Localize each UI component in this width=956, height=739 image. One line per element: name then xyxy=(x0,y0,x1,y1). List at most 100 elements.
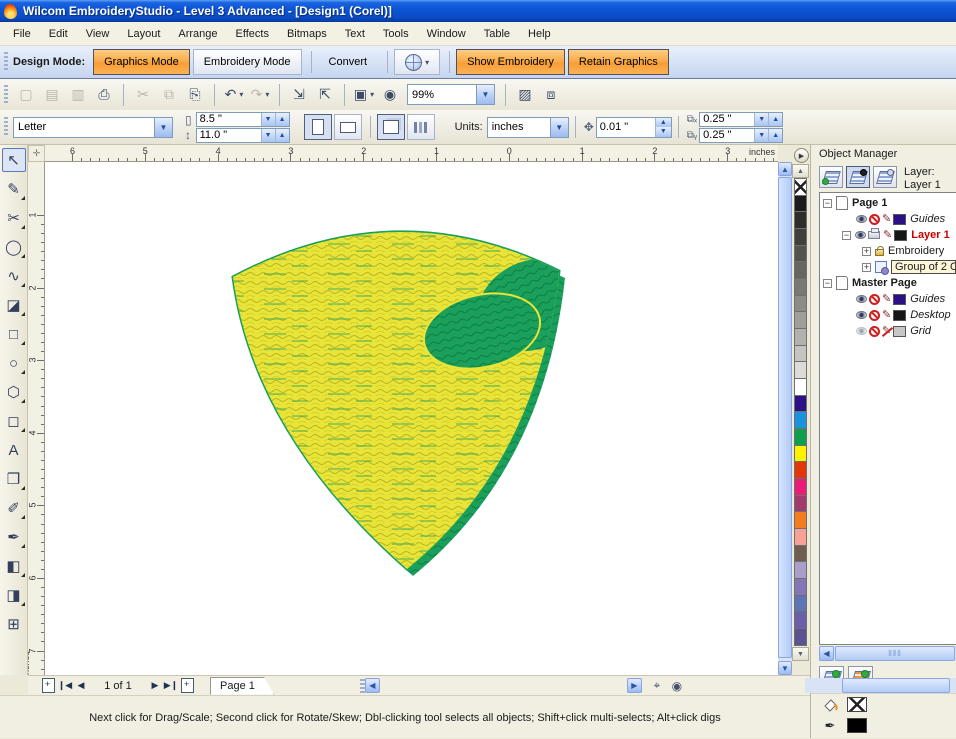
table-tool[interactable]: ⊞ xyxy=(2,612,26,636)
color-swatch-27[interactable] xyxy=(794,628,807,646)
palette-menu-button[interactable]: ▶ xyxy=(794,148,809,163)
scroll-left-icon[interactable]: ◀ xyxy=(819,646,834,661)
edit-icon[interactable]: ✎ xyxy=(882,294,891,305)
scroll-right-icon[interactable]: ▶ xyxy=(627,678,642,693)
layer-color-swatch[interactable] xyxy=(893,214,906,225)
collapse-icon[interactable]: − xyxy=(823,199,832,208)
export-design-button[interactable]: ⇱ xyxy=(313,83,337,107)
print-button[interactable]: ⎙ xyxy=(92,83,116,107)
palette-scroll-down-icon[interactable]: ▼ xyxy=(792,647,809,661)
no-edit-icon[interactable]: ✎ xyxy=(882,326,891,337)
tree-row-guides[interactable]: ✎Guides xyxy=(820,291,956,307)
add-page-after-button[interactable] xyxy=(181,678,194,693)
color-swatch-26[interactable] xyxy=(794,611,807,629)
scrollbar-thumb[interactable]: ⦀⦀⦀ xyxy=(835,646,955,661)
next-page-button[interactable]: ▶ xyxy=(147,678,163,694)
spin-down-icon[interactable]: ▼ xyxy=(261,113,275,126)
tree-row-embroidery[interactable]: +Embroidery xyxy=(820,243,956,259)
edit-across-layers-button[interactable] xyxy=(846,166,870,188)
zoom-level-combo[interactable]: ▼ xyxy=(407,84,495,105)
nudge-input[interactable] xyxy=(597,121,655,133)
color-swatch-13[interactable] xyxy=(794,395,807,413)
paste-button[interactable]: ⎘ xyxy=(183,83,207,107)
chevron-down-icon[interactable]: ▾ xyxy=(265,90,269,99)
first-page-button[interactable]: ❙◀ xyxy=(57,678,73,694)
interactive-fill-tool[interactable]: ◨ xyxy=(2,583,26,607)
no-print-icon[interactable] xyxy=(869,310,880,321)
units-combo[interactable]: ▼ xyxy=(487,117,569,138)
color-swatch-14[interactable] xyxy=(794,411,807,429)
page-width-field[interactable]: ▼ ▲ xyxy=(196,112,290,127)
color-swatch-2[interactable] xyxy=(794,211,807,229)
spin-down-icon[interactable]: ▼ xyxy=(655,127,671,137)
retain-graphics-button[interactable]: Retain Graphics xyxy=(568,49,669,75)
layer-color-swatch[interactable] xyxy=(893,326,906,337)
menu-view[interactable]: View xyxy=(77,24,119,44)
page-height-field[interactable]: ▼ ▲ xyxy=(196,128,290,143)
menu-arrange[interactable]: Arrange xyxy=(169,24,226,44)
toolbar-grip[interactable] xyxy=(4,117,8,137)
duplicate-y-field[interactable]: ▼ ▲ xyxy=(699,128,783,143)
spin-down-icon[interactable]: ▼ xyxy=(261,129,275,142)
paper-size-input[interactable] xyxy=(14,121,154,133)
collapse-icon[interactable]: − xyxy=(823,279,832,288)
chevron-down-icon[interactable]: ▾ xyxy=(239,90,243,99)
convert-button[interactable]: Convert xyxy=(318,49,379,75)
tree-row-group-of-2-o[interactable]: +Group of 2 O xyxy=(820,259,956,275)
portrait-button[interactable] xyxy=(304,114,332,140)
outline-color-swatch[interactable] xyxy=(847,718,867,733)
graphics-mode-button[interactable]: Graphics Mode xyxy=(93,49,190,75)
toolbar-grip[interactable] xyxy=(4,52,8,72)
duplicate-x-input[interactable] xyxy=(700,113,754,125)
color-swatch-10[interactable] xyxy=(794,345,807,363)
color-swatch-20[interactable] xyxy=(794,511,807,529)
crop-tool[interactable]: ✂ xyxy=(2,206,26,230)
object-manager-hscrollbar[interactable]: ◀ ⦀⦀⦀ xyxy=(819,646,956,661)
zoom-page-button[interactable]: ◉ xyxy=(667,678,687,694)
palette-scroll-up-icon[interactable]: ▲ xyxy=(792,164,809,178)
outline-pen-tool[interactable]: ✒ xyxy=(2,525,26,549)
no-color-swatch[interactable] xyxy=(794,178,807,196)
undo-button[interactable]: ↶▾ xyxy=(222,83,246,107)
layer-color-swatch[interactable] xyxy=(893,310,906,321)
scroll-up-icon[interactable]: ▲ xyxy=(778,162,792,176)
duplicate-x-field[interactable]: ▼ ▲ xyxy=(699,112,783,127)
color-swatch-21[interactable] xyxy=(794,528,807,546)
design-canvas[interactable] xyxy=(45,162,778,675)
menu-tools[interactable]: Tools xyxy=(374,24,418,44)
rectangle-tool[interactable]: □ xyxy=(2,322,26,346)
show-design-button[interactable]: ▣▾ xyxy=(352,83,376,107)
polygon-tool[interactable]: ⬡ xyxy=(2,380,26,404)
color-swatch-18[interactable] xyxy=(794,478,807,496)
scroll-down-icon[interactable]: ▼ xyxy=(778,661,792,675)
color-swatch-3[interactable] xyxy=(794,228,807,246)
visibility-icon[interactable] xyxy=(855,231,866,239)
layer-color-swatch[interactable] xyxy=(894,230,907,241)
tree-row-guides[interactable]: ✎Guides xyxy=(820,211,956,227)
menu-help[interactable]: Help xyxy=(519,24,560,44)
color-swatch-9[interactable] xyxy=(794,328,807,346)
menu-effects[interactable]: Effects xyxy=(227,24,278,44)
previous-page-button[interactable]: ◀ xyxy=(73,678,89,694)
chevron-down-icon[interactable]: ▼ xyxy=(154,118,172,137)
tree-row-page-1[interactable]: −Page 1 xyxy=(820,195,956,211)
web-button[interactable]: ◉ xyxy=(378,83,402,107)
menu-file[interactable]: File xyxy=(4,24,40,44)
bitmap-button[interactable]: ▨ xyxy=(513,83,537,107)
chevron-down-icon[interactable]: ▼ xyxy=(476,85,494,104)
basic-shapes-tool[interactable]: ◻ xyxy=(2,409,26,433)
color-swatch-7[interactable] xyxy=(794,295,807,313)
layer-color-swatch[interactable] xyxy=(893,294,906,305)
edit-icon[interactable]: ✎ xyxy=(882,214,891,225)
insert-design-button[interactable]: ⇲ xyxy=(287,83,311,107)
tree-row-layer-1[interactable]: −✎Layer 1 xyxy=(820,227,956,243)
vertical-scrollbar[interactable]: ▲ ▼ xyxy=(778,162,792,675)
color-swatch-19[interactable] xyxy=(794,495,807,513)
no-print-icon[interactable] xyxy=(869,326,880,337)
units-input[interactable] xyxy=(488,121,550,133)
color-swatch-22[interactable] xyxy=(794,545,807,563)
color-swatch-25[interactable] xyxy=(794,595,807,613)
fill-tool[interactable]: ◧ xyxy=(2,554,26,578)
spin-up-icon[interactable]: ▲ xyxy=(275,129,289,142)
zoom-level-input[interactable] xyxy=(408,89,476,101)
